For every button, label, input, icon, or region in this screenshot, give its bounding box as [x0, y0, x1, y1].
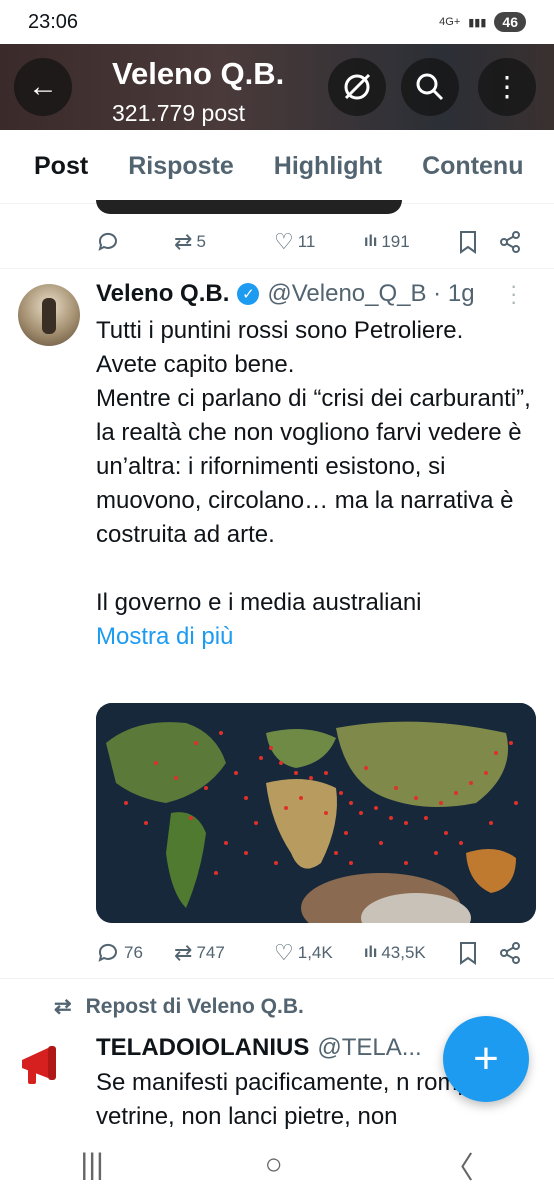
share-button[interactable] [498, 941, 522, 965]
repost-count: 747 [196, 943, 225, 962]
bookmark-icon [460, 231, 476, 254]
verified-badge-icon: ✓ [237, 283, 260, 305]
status-icons: 4G+ ▮▮▮ 46 [439, 12, 526, 32]
post-line: Il governo e i media australiani [96, 589, 422, 616]
world-map-image [96, 703, 536, 923]
megaphone-avatar[interactable] [18, 1040, 76, 1090]
author-name[interactable]: Veleno Q.B. [96, 280, 229, 308]
views-button[interactable]: ılı 191 [364, 232, 458, 252]
views-icon: ılı [364, 944, 378, 961]
post-actions: 76 ⇄ 747 ♡ 1,4K ılı 43,5K [96, 940, 536, 966]
bookmark-button[interactable] [458, 230, 498, 254]
divider [0, 978, 554, 979]
tab-contenuti[interactable]: Contenu [422, 152, 523, 181]
megaphone-icon [22, 1046, 56, 1084]
repost-button[interactable]: ⇄ 747 [174, 940, 274, 966]
search-button[interactable] [401, 58, 459, 116]
more-vertical-icon: ⋮ [493, 71, 521, 102]
repost-icon: ⇄ [174, 229, 193, 254]
share-button[interactable] [498, 230, 522, 254]
battery-indicator: 46 [494, 12, 526, 32]
status-time: 23:06 [28, 10, 79, 33]
share-icon [500, 942, 520, 964]
views-icon: ılı [364, 233, 378, 250]
search-icon [416, 73, 444, 101]
signal-icon: ▮▮▮ [468, 16, 487, 29]
home-icon[interactable]: ○ [265, 1148, 283, 1182]
reply-button[interactable]: 76 [96, 941, 174, 965]
post-image-tanker-map[interactable] [96, 703, 536, 923]
heart-icon: ♡ [274, 940, 294, 965]
heart-icon: ♡ [274, 229, 294, 254]
tab-highlight[interactable]: Highlight [274, 152, 382, 181]
previous-post-media[interactable] [96, 200, 402, 214]
post2-header: TELADOIOLANIUS @TELA... [96, 1034, 422, 1062]
arrow-left-icon: ← [28, 70, 58, 103]
divider [0, 268, 554, 269]
like-button[interactable]: ♡ 1,4K [274, 940, 364, 966]
plus-icon: + [473, 1034, 499, 1083]
repost-button[interactable]: ⇄ 5 [174, 229, 274, 255]
views-count: 43,5K [381, 943, 426, 962]
author-handle[interactable]: @Veleno_Q_B · 1g [267, 280, 474, 308]
post-text: Tutti i puntini rossi sono Petroliere. A… [96, 314, 536, 654]
bookmark-icon [460, 942, 476, 965]
profile-title: Veleno Q.B. [112, 56, 285, 91]
recent-apps-icon[interactable]: ||| [80, 1148, 103, 1182]
more-menu-button[interactable]: ⋮ [478, 58, 536, 116]
tab-post[interactable]: Post [34, 152, 88, 181]
back-button[interactable]: ← [14, 58, 72, 116]
reply-button[interactable] [96, 230, 174, 254]
reply-icon [98, 943, 117, 962]
back-nav-icon[interactable]: 〈 [444, 1143, 474, 1187]
post-line: Mentre ci parlano di “crisi dei carburan… [96, 385, 531, 548]
profile-header: ← Veleno Q.B. 321.779 post ⋮ [0, 44, 554, 130]
like-count: 1,4K [297, 943, 333, 962]
post-header: Veleno Q.B. ✓ @Veleno_Q_B · 1g [96, 280, 475, 308]
like-button[interactable]: ♡ 11 [274, 229, 364, 255]
repost-icon: ⇄ [174, 940, 193, 965]
repost-label[interactable]: Repost di Veleno Q.B. [86, 995, 304, 1019]
grok-button[interactable] [328, 58, 386, 116]
views-count: 191 [381, 232, 410, 251]
system-navbar: ||| ○ 〈 [0, 1130, 554, 1200]
previous-post-actions: ⇄ 5 ♡ 11 ılı 191 [96, 229, 536, 255]
post-more-icon[interactable]: · · · [510, 275, 517, 313]
tab-risposte[interactable]: Risposte [128, 152, 234, 181]
post-line: Avete capito bene. [96, 351, 295, 378]
post-line: Tutti i puntini rossi sono Petroliere. [96, 317, 464, 344]
status-bar: 23:06 4G+ ▮▮▮ 46 [0, 0, 554, 44]
profile-tabs: Post Risposte Highlight Contenu [0, 130, 554, 204]
repost-count: 5 [196, 232, 206, 251]
repost-icon: ⇄ [54, 995, 72, 1018]
share-icon [500, 231, 520, 253]
author-name[interactable]: TELADOIOLANIUS [96, 1034, 309, 1062]
show-more-link[interactable]: Mostra di più [96, 620, 536, 654]
repost-indicator: ⇄ Repost di Veleno Q.B. [54, 994, 304, 1019]
reply-count: 76 [124, 943, 143, 962]
slash-circle-icon [344, 73, 371, 100]
reply-icon [98, 232, 117, 251]
compose-button[interactable]: + [443, 1016, 529, 1102]
avatar[interactable] [18, 284, 80, 346]
bookmark-button[interactable] [458, 941, 498, 965]
post-line [96, 552, 536, 586]
like-count: 11 [297, 232, 316, 251]
post-count: 321.779 post [112, 100, 246, 126]
author-handle[interactable]: @TELA... [317, 1034, 421, 1062]
views-button[interactable]: ılı 43,5K [364, 943, 458, 963]
network-label: 4G+ [439, 16, 461, 28]
